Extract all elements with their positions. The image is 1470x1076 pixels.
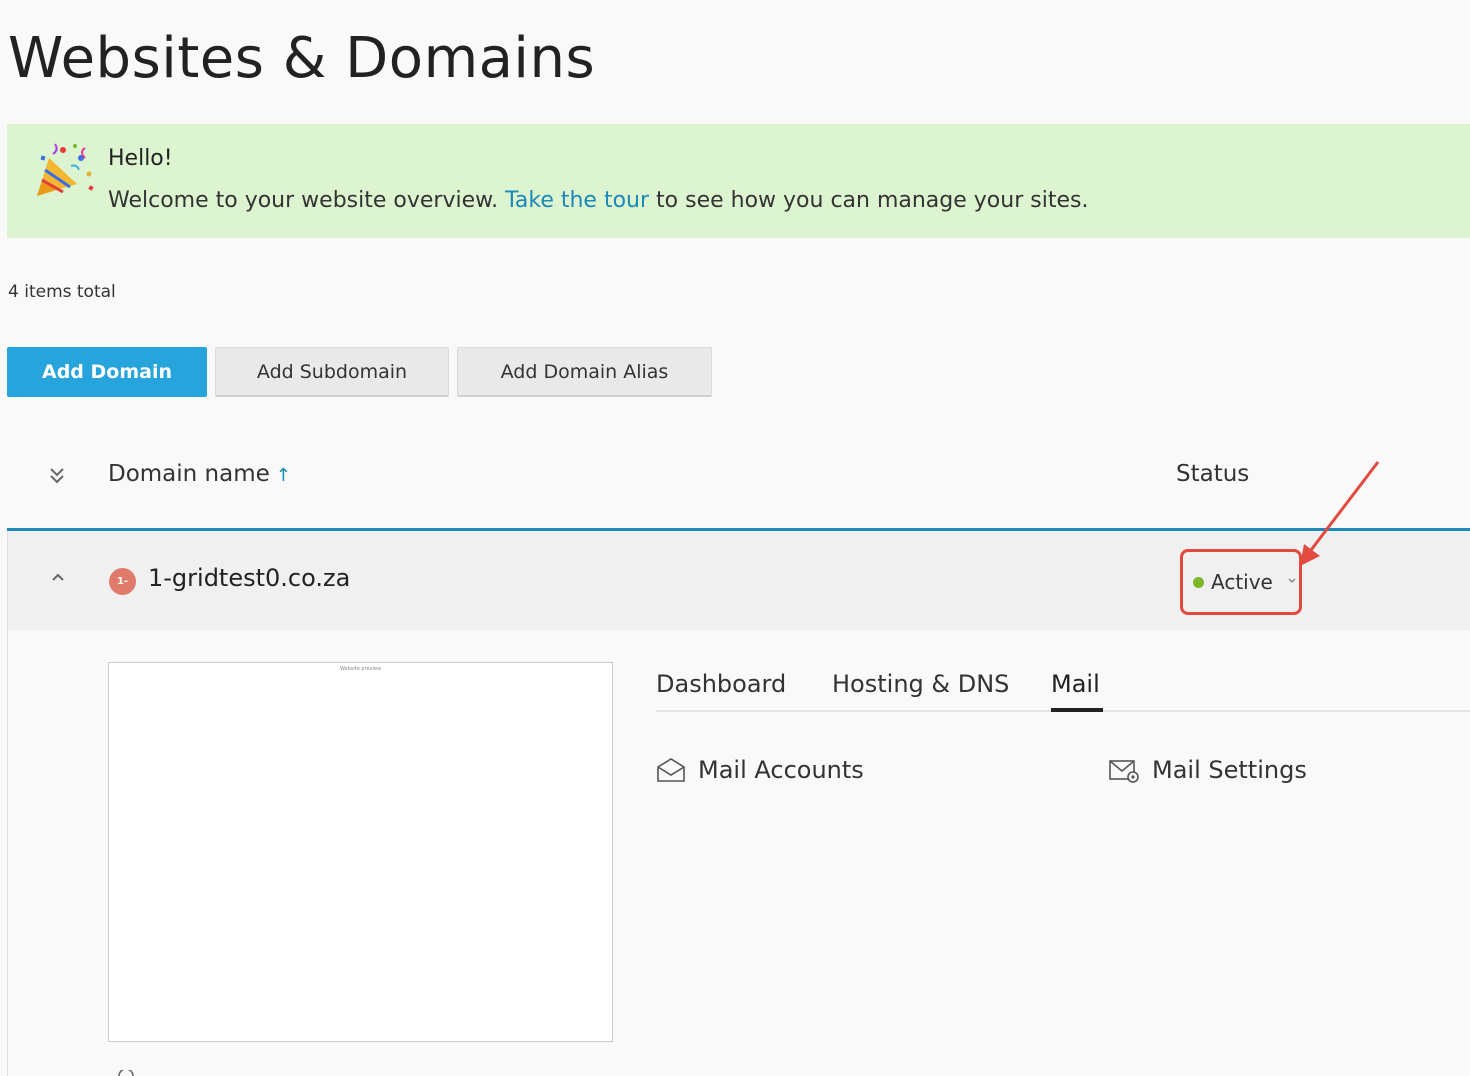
domain-details: Website preview Dashboard Hosting & DNS … [7, 630, 1470, 1076]
mail-accounts-link[interactable]: Mail Accounts [656, 756, 864, 784]
column-domain-name[interactable]: Domain name ↑ [108, 461, 291, 487]
mail-settings-label: Mail Settings [1152, 756, 1307, 784]
active-tab-indicator [1051, 708, 1103, 712]
mail-settings-link[interactable]: Mail Settings [1108, 756, 1307, 784]
list-header: Domain name ↑ Status [7, 440, 1470, 530]
items-total: 4 items total [8, 282, 116, 302]
page-title: Websites & Domains [8, 26, 596, 91]
banner-title: Hello! [108, 146, 173, 171]
sort-ascending-icon: ↑ [275, 465, 291, 486]
status-dropdown[interactable]: Active [1180, 549, 1302, 615]
domain-name[interactable]: 1-gridtest0.co.za [148, 564, 350, 592]
mail-accounts-label: Mail Accounts [698, 756, 864, 784]
chevron-down-icon [1288, 578, 1296, 584]
tab-mail[interactable]: Mail [1051, 670, 1100, 698]
column-domain-name-label: Domain name [108, 461, 270, 487]
preview-caption: Website preview [339, 666, 382, 672]
party-popper-icon [37, 143, 94, 196]
mail-settings-icon [1109, 760, 1139, 783]
envelope-icon [657, 758, 685, 782]
status-text: Active [1211, 570, 1273, 594]
details-tabs: Dashboard Hosting & DNS Mail [656, 666, 1470, 712]
tab-hosting-dns[interactable]: Hosting & DNS [832, 670, 1009, 698]
column-status[interactable]: Status [1176, 461, 1249, 487]
annotation-arrow-icon [1300, 461, 1380, 566]
banner-text-after: to see how you can manage your sites. [656, 188, 1089, 213]
domain-avatar: 1- [109, 568, 136, 595]
partial-icon [118, 1070, 134, 1076]
add-domain-alias-button[interactable]: Add Domain Alias [457, 347, 712, 397]
website-preview[interactable]: Website preview [108, 662, 613, 1042]
banner-text: Welcome to your website overview. Take t… [108, 188, 1088, 213]
welcome-banner: Hello! Welcome to your website overview.… [7, 124, 1470, 238]
status-active-dot-icon [1193, 577, 1204, 588]
chevron-up-icon[interactable] [50, 571, 66, 583]
add-domain-button[interactable]: Add Domain [7, 347, 207, 397]
tab-dashboard[interactable]: Dashboard [656, 670, 786, 698]
domain-row[interactable]: 1- 1-gridtest0.co.za Active [7, 531, 1470, 630]
take-the-tour-link[interactable]: Take the tour [505, 188, 649, 213]
add-subdomain-button[interactable]: Add Subdomain [215, 347, 449, 397]
banner-text-before: Welcome to your website overview. [108, 188, 499, 213]
expand-all-icon[interactable] [47, 464, 67, 486]
